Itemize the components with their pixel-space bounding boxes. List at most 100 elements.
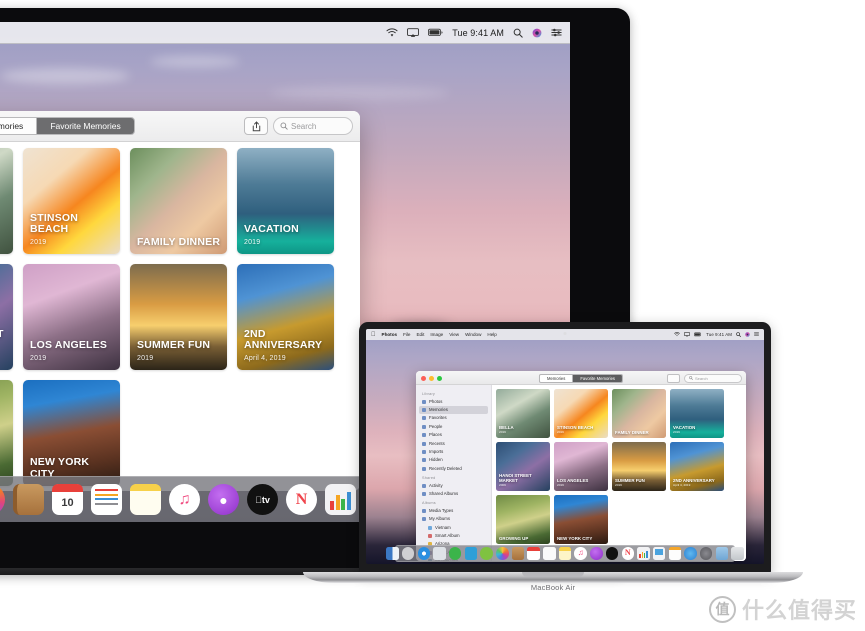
menu-help[interactable]: Help (487, 332, 496, 337)
messages-app-icon[interactable] (448, 547, 462, 560)
sidebar-item-imports[interactable]: Imports (419, 448, 488, 456)
sidebar-item-photos[interactable]: Photos (419, 398, 488, 406)
facetime-app-icon[interactable] (480, 547, 493, 560)
sidebar-item-vietnam[interactable]: Vietnam (419, 523, 488, 531)
tab-favorite-memories[interactable]: Favorite Memories (37, 118, 134, 134)
numbers-app-icon[interactable] (637, 547, 650, 560)
memories-segmented-control[interactable]: Memories Favorite Memories (0, 117, 135, 135)
airplay-icon[interactable] (684, 331, 691, 338)
control-center-icon[interactable] (551, 28, 562, 37)
appletv-app-icon[interactable] (605, 547, 619, 560)
pages-app-icon[interactable] (668, 547, 682, 560)
memory-card[interactable]: HANOI STREET MARKET2009 (496, 442, 550, 491)
system-preferences-app-icon[interactable] (699, 547, 713, 560)
macbook-tab-memories[interactable]: Memories (540, 374, 574, 382)
control-center-icon[interactable] (754, 332, 759, 337)
contacts-app-icon[interactable] (13, 484, 44, 515)
trash-icon[interactable] (731, 547, 744, 560)
battery-icon[interactable] (428, 28, 443, 37)
share-button[interactable] (244, 117, 268, 135)
podcasts-app-icon[interactable]: ● (208, 484, 239, 515)
photos-app-icon[interactable] (0, 484, 5, 515)
tab-memories[interactable]: Memories (0, 118, 38, 134)
memory-card[interactable]: LOS ANGELES 2019 (554, 442, 608, 491)
photos-sidebar[interactable]: Library Photos Memories Favorites People… (416, 385, 492, 561)
memory-card[interactable]: HANOI STREET MARKET2009 (0, 264, 13, 370)
menu-file[interactable]: File (403, 332, 410, 337)
wifi-icon[interactable] (386, 27, 398, 38)
sidebar-item-recently-deleted[interactable]: Recently Deleted (419, 465, 488, 473)
sidebar-item-recents[interactable]: Recents (419, 439, 488, 447)
menu-edit[interactable]: Edit (416, 332, 424, 337)
macbook-memories-segmented-control[interactable]: Memories Favorite Memories (538, 373, 624, 383)
memory-card[interactable]: STINSON BEACH 2019 (554, 389, 608, 438)
sidebar-item-people[interactable]: People (419, 423, 488, 431)
maps-app-icon[interactable] (464, 547, 478, 560)
appstore-app-icon[interactable] (684, 547, 697, 560)
photos-app-icon[interactable] (496, 547, 509, 560)
wifi-icon[interactable] (674, 331, 680, 338)
sidebar-item-hidden[interactable]: Hidden (419, 456, 488, 464)
siri-icon[interactable] (745, 331, 750, 338)
memory-card[interactable]: SUMMER FUN 2019 (130, 264, 227, 370)
menu-image[interactable]: Image (430, 332, 443, 337)
menu-window[interactable]: Window (465, 332, 481, 337)
finder-app-icon[interactable] (386, 547, 399, 560)
sidebar-item-shared-albums[interactable]: Shared Albums (419, 490, 488, 498)
menu-photos[interactable]: Photos (382, 332, 398, 337)
launchpad-app-icon[interactable] (401, 547, 415, 560)
calendar-app-icon[interactable]: 10 (52, 484, 83, 515)
music-app-icon[interactable]: ♫ (169, 484, 200, 515)
appletv-app-icon[interactable]: tv (247, 484, 278, 515)
memory-card[interactable]: GROWING UP (496, 495, 550, 544)
sidebar-item-memories[interactable]: Memories (419, 405, 488, 415)
close-button[interactable] (421, 375, 426, 381)
sidebar-item-favorites[interactable]: Favorites (419, 414, 488, 422)
reminders-app-icon[interactable] (543, 547, 556, 560)
memory-card[interactable]: BELLA 2019 (496, 389, 550, 438)
reminders-app-icon[interactable] (91, 484, 122, 515)
news-app-icon[interactable]: N (621, 547, 634, 560)
keynote-app-icon[interactable] (652, 547, 666, 560)
safari-app-icon[interactable] (417, 547, 431, 560)
notes-app-icon[interactable] (130, 484, 161, 515)
memory-card[interactable]: VACATION 2019 (670, 389, 724, 438)
search-icon[interactable] (736, 331, 741, 338)
memory-card[interactable]: FAMILY DINNER (130, 148, 227, 254)
battery-icon[interactable] (694, 332, 702, 338)
search-input[interactable]: Search (273, 117, 353, 135)
macbook-tab-favorite-memories[interactable]: Favorite Memories (573, 374, 623, 382)
sidebar-item-media-types[interactable]: Media Types (419, 507, 488, 515)
macbook-search-input[interactable]: Search (684, 373, 742, 383)
notes-app-icon[interactable] (558, 547, 572, 560)
podcasts-app-icon[interactable] (590, 547, 603, 560)
minimize-button[interactable] (429, 375, 434, 381)
music-app-icon[interactable]: ♫ (574, 547, 587, 560)
memory-card[interactable]: STINSON BEACH 2019 (23, 148, 120, 254)
zoom-button[interactable] (437, 375, 442, 381)
sidebar-item-smart-album-1[interactable]: Smart Album (419, 532, 488, 540)
memory-card[interactable]: VACATION 2019 (237, 148, 334, 254)
memory-card[interactable]: FAMILY DINNER (612, 389, 666, 438)
siri-icon[interactable] (532, 28, 542, 38)
sidebar-item-activity[interactable]: Activity (419, 481, 488, 489)
memory-card[interactable]: BELLA (0, 148, 13, 254)
contacts-app-icon[interactable] (511, 547, 525, 560)
memory-card[interactable]: NEW YORK CITY (554, 495, 608, 544)
macbook-share-button[interactable] (667, 373, 680, 383)
memory-card[interactable]: LOS ANGELES 2019 (23, 264, 120, 370)
menu-view[interactable]: View (449, 332, 459, 337)
apple-icon[interactable]:  (371, 332, 376, 338)
search-icon[interactable] (513, 28, 523, 38)
downloads-folder-icon[interactable] (715, 547, 729, 560)
airplay-icon[interactable] (407, 27, 420, 38)
memory-card[interactable]: SUMMER FUN 2019 (612, 442, 666, 491)
memory-card[interactable]: NEW YORK CITY (23, 380, 120, 486)
sidebar-item-places[interactable]: Places (419, 431, 488, 439)
macbook-dock[interactable]: ♫ N (386, 545, 744, 562)
memory-card[interactable]: 2ND ANNIVERSARY April 4, 2019 (670, 442, 724, 491)
mail-app-icon[interactable] (433, 547, 446, 560)
memory-card[interactable]: GROWING UP (0, 380, 13, 486)
sidebar-item-my-albums[interactable]: My Albums (419, 515, 488, 523)
calendar-app-icon[interactable] (527, 547, 540, 560)
